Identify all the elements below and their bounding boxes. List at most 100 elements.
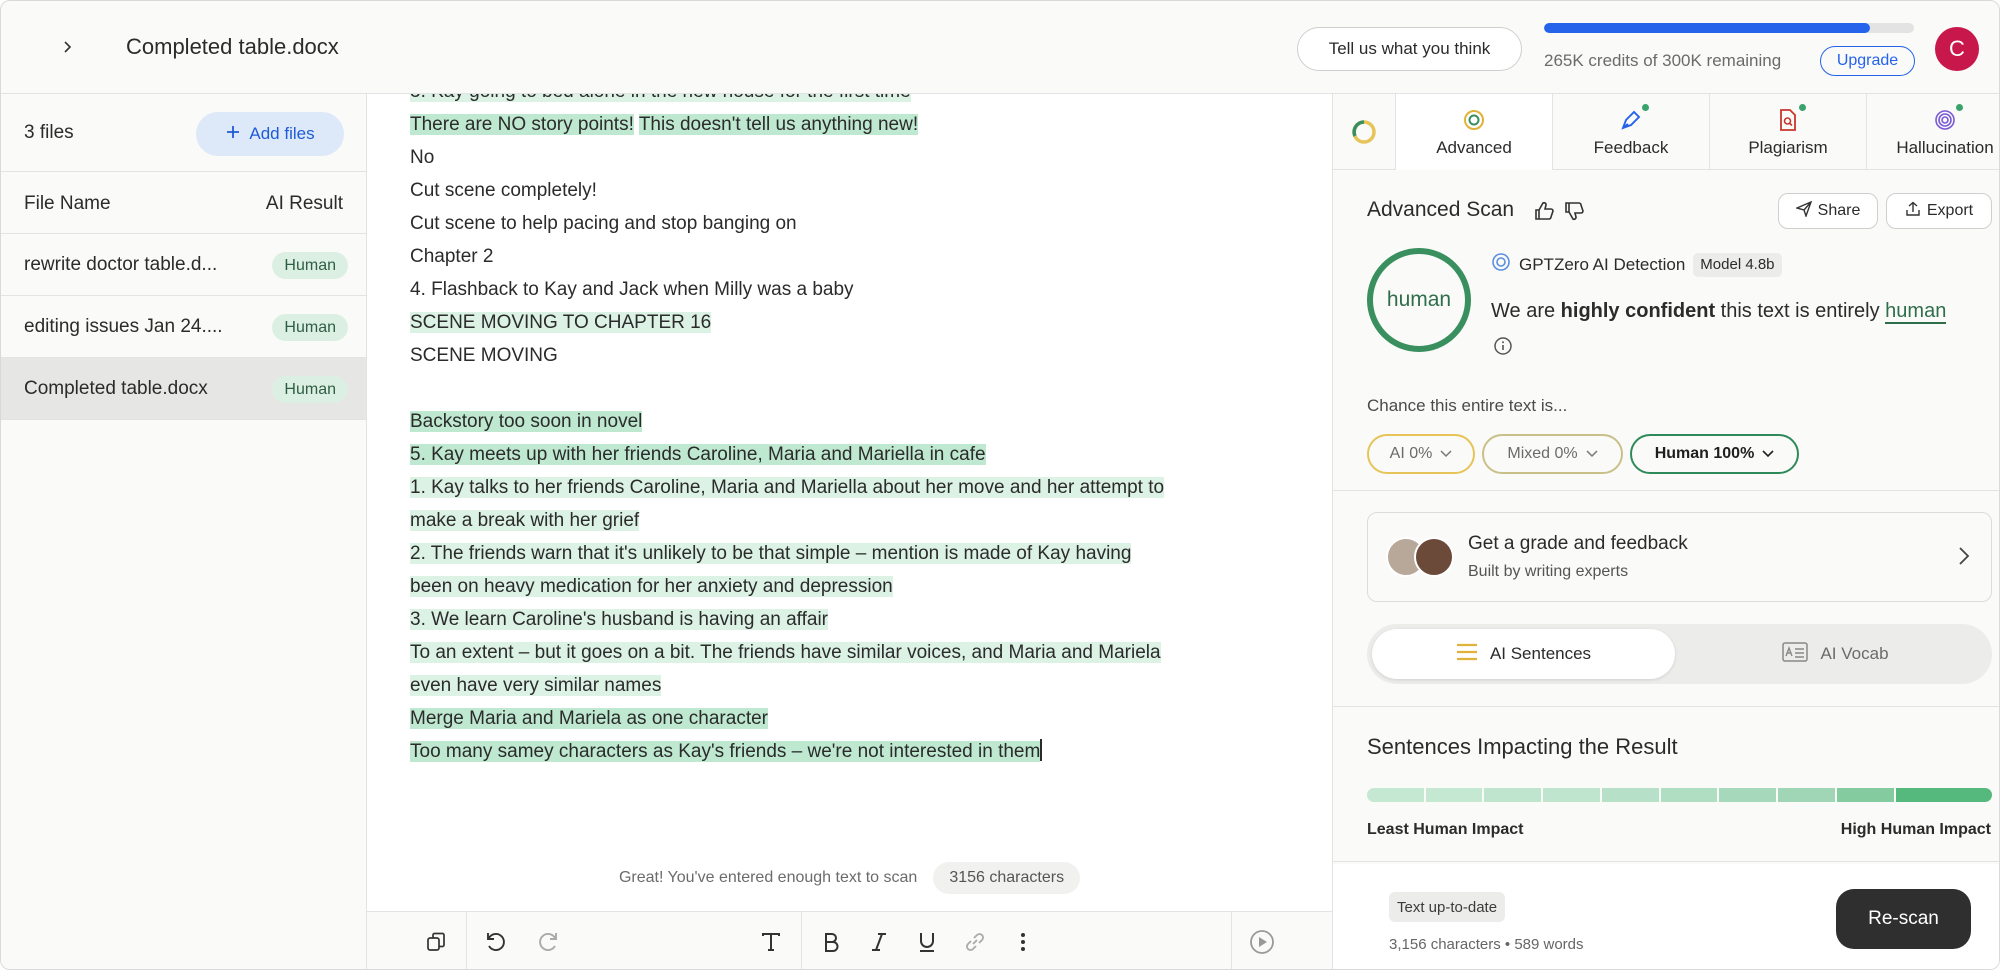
- verdict-ring: human: [1367, 248, 1471, 352]
- export-button[interactable]: Export: [1886, 193, 1992, 229]
- upgrade-button[interactable]: Upgrade: [1820, 46, 1915, 76]
- credits-progress-bar: [1544, 23, 1914, 33]
- editor-line-text: 5. Kay meets up with her friends Carolin…: [410, 444, 986, 465]
- app-window: Completed table.docx Tell us what you th…: [0, 0, 2000, 970]
- editor-line-text: been on heavy medication for her anxiety…: [410, 576, 893, 597]
- editor-line-text: 2. The friends warn that it's unlikely t…: [410, 543, 1132, 564]
- underline-icon[interactable]: [912, 927, 942, 957]
- model-badge: Model 4.8b: [1693, 252, 1782, 277]
- feedback-button[interactable]: Tell us what you think: [1297, 27, 1522, 71]
- toggle-label: AI Sentences: [1489, 644, 1592, 663]
- editor-line: 3. Kay going to bed alone in the new hou…: [410, 94, 1290, 108]
- copy-icon[interactable]: [421, 927, 451, 957]
- status-badge: Text up-to-date: [1389, 892, 1506, 922]
- confidence-verdict[interactable]: human: [1885, 300, 1947, 324]
- editor-line-text: This doesn't tell us anything new!: [638, 114, 919, 135]
- add-files-button[interactable]: Add files: [196, 112, 344, 156]
- file-row[interactable]: editing issues Jan 24.... Human: [1, 296, 366, 358]
- text-format-icon[interactable]: [756, 927, 786, 957]
- ai-probability-pill[interactable]: AI 0%: [1367, 434, 1475, 474]
- chevron-right-icon: [1957, 545, 1971, 572]
- result-badge: Human: [272, 314, 348, 341]
- top-bar: Completed table.docx Tell us what you th…: [1, 1, 1999, 94]
- plus-icon: [225, 124, 241, 145]
- impact-segment: [1895, 788, 1993, 802]
- rescan-button[interactable]: Re-scan: [1836, 889, 1971, 949]
- more-icon[interactable]: [1008, 927, 1038, 957]
- impact-segment: [1367, 788, 1424, 802]
- pill-label: Mixed 0%: [1507, 445, 1578, 462]
- results-tabs: Advanced Feedback Plagiarism Hallucinati…: [1333, 94, 1999, 170]
- chevron-down-icon: [1586, 445, 1598, 463]
- redo-icon[interactable]: [533, 927, 563, 957]
- editor-line: 4. Flashback to Kay and Jack when Milly …: [410, 273, 1290, 306]
- file-name: editing issues Jan 24....: [24, 316, 223, 337]
- credits-text: 265K credits of 300K remaining: [1544, 51, 1782, 70]
- human-probability-pill[interactable]: Human 100%: [1630, 434, 1799, 474]
- italic-icon[interactable]: [864, 927, 894, 957]
- impact-left-label: Least Human Impact: [1367, 821, 1524, 838]
- confidence-statement: We are highly confident this text is ent…: [1491, 300, 1947, 324]
- scan-footer: Text up-to-date 3,156 characters • 589 w…: [1333, 864, 1999, 969]
- play-icon[interactable]: [1247, 927, 1277, 957]
- impact-title: Sentences Impacting the Result: [1367, 734, 1678, 759]
- text-editor[interactable]: 3. Kay going to bed alone in the new hou…: [367, 94, 1332, 911]
- undo-icon[interactable]: [481, 927, 511, 957]
- export-label: Export: [1926, 202, 1974, 219]
- ai-vocab-toggle[interactable]: AI Vocab: [1684, 629, 1987, 679]
- document-search-icon: [1774, 104, 1806, 134]
- bold-icon[interactable]: [816, 927, 846, 957]
- editor-line-text: Cut scene completely!: [410, 180, 597, 201]
- ai-sentences-toggle[interactable]: AI Sentences: [1372, 629, 1675, 679]
- info-icon[interactable]: [1493, 336, 1513, 361]
- editor-line-text: even have very similar names: [410, 675, 662, 696]
- editor-line: make a break with her grief: [410, 504, 1290, 537]
- editor-line: Merge Maria and Mariela as one character: [410, 702, 1290, 735]
- scan-title: Advanced Scan: [1367, 198, 1515, 221]
- impact-scale: [1367, 788, 1993, 802]
- tab-label: Feedback: [1593, 138, 1669, 157]
- rating-buttons: [1533, 200, 1585, 227]
- impact-right-label: High Human Impact: [1840, 821, 1991, 838]
- grade-feedback-card[interactable]: Get a grade and feedback Built by writin…: [1367, 512, 1992, 602]
- editor-line: SCENE MOVING: [410, 339, 1290, 372]
- chance-label: Chance this entire text is...: [1367, 396, 1568, 415]
- thumbs-down-icon[interactable]: [1563, 200, 1585, 227]
- file-row-selected[interactable]: Completed table.docx Human: [1, 358, 366, 420]
- editor-line-text: Cut scene to help pacing and stop bangin…: [410, 213, 797, 234]
- editor-content[interactable]: 3. Kay going to bed alone in the new hou…: [410, 94, 1290, 768]
- link-icon[interactable]: [960, 927, 990, 957]
- editor-line: There are NO story points! This doesn't …: [410, 108, 1290, 141]
- editor-line-text: To an extent – but it goes on a bit. The…: [410, 642, 1161, 663]
- editor-line: SCENE MOVING TO CHAPTER 16: [410, 306, 1290, 339]
- thumbs-up-icon[interactable]: [1533, 200, 1555, 227]
- text-counts: 3,156 characters • 589 words: [1389, 936, 1584, 953]
- share-button[interactable]: Share: [1778, 193, 1878, 229]
- loading-spinner-icon: [1351, 119, 1377, 150]
- impact-segment: [1484, 788, 1542, 802]
- file-row[interactable]: rewrite doctor table.d... Human: [1, 234, 366, 296]
- grade-subtitle: Built by writing experts: [1468, 563, 1629, 580]
- editor-line-text: Too many samey characters as Kay's frien…: [410, 741, 1041, 762]
- tab-label: Advanced: [1436, 138, 1512, 157]
- vocab-card-icon: [1782, 641, 1809, 667]
- confidence-level: highly confident: [1560, 300, 1716, 322]
- editor-line-text: make a break with her grief: [410, 510, 640, 531]
- column-ai-result: AI Result: [265, 193, 343, 214]
- editor-line-text: Backstory too soon in novel: [410, 411, 643, 432]
- editor-toolbar: [367, 911, 1332, 969]
- char-count-pill: 3156 characters: [933, 862, 1081, 894]
- detector-name: GPTZero AI Detection: [1519, 254, 1686, 274]
- grade-title: Get a grade and feedback: [1468, 533, 1688, 554]
- tab-feedback[interactable]: Feedback: [1552, 94, 1709, 170]
- mixed-probability-pill[interactable]: Mixed 0%: [1482, 434, 1623, 474]
- tab-hallucination[interactable]: Hallucination: [1866, 94, 1999, 170]
- chevron-right-icon[interactable]: [51, 31, 83, 63]
- tab-plagiarism[interactable]: Plagiarism: [1709, 94, 1866, 170]
- editor-line: 1. Kay talks to her friends Caroline, Ma…: [410, 471, 1290, 504]
- tab-advanced[interactable]: Advanced: [1395, 94, 1552, 170]
- avatar[interactable]: C: [1935, 27, 1979, 71]
- confidence-text: this text is entirely: [1715, 300, 1886, 322]
- document-title: Completed table.docx: [126, 34, 339, 59]
